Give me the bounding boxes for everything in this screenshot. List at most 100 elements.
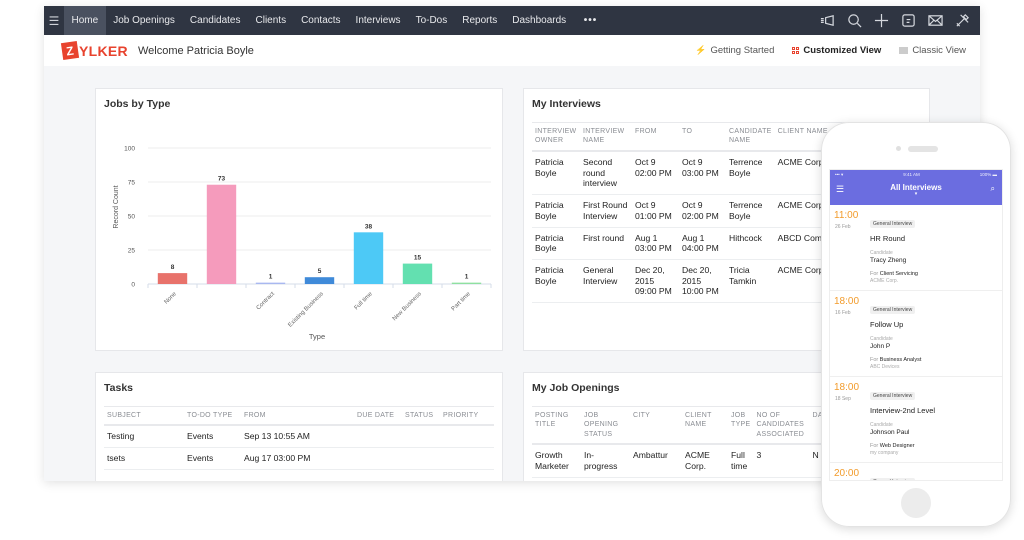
add-icon[interactable] xyxy=(874,13,889,28)
col-client-name[interactable]: CLIENT NAME xyxy=(682,406,728,446)
task-row[interactable]: tsets Events Aug 17 03:00 PM xyxy=(104,447,494,470)
customized-view-link[interactable]: Customized View xyxy=(792,45,881,56)
nav-item-interviews[interactable]: Interviews xyxy=(348,6,408,35)
col-todo-type[interactable]: TO-DO TYPE xyxy=(184,406,241,427)
task-due-date xyxy=(354,447,402,470)
interview-name-link[interactable]: First Round Interview xyxy=(580,194,632,228)
nav-more-button[interactable]: ••• xyxy=(574,6,608,35)
chevron-down-icon[interactable]: ▾ xyxy=(830,191,1002,197)
job-city: Ambattur xyxy=(630,444,682,478)
candidate-label: Candidate xyxy=(870,422,893,428)
col-status[interactable]: STATUS xyxy=(402,406,440,427)
bar-value-label: 1 xyxy=(465,274,469,281)
nav-item-clients[interactable]: Clients xyxy=(248,6,294,35)
position-line: For Business Analyst xyxy=(870,357,996,363)
mobile-phone-mockup: ••• ▾ 9:41 AM 100% ▬ ☰ All Interviews ▾ … xyxy=(821,122,1011,527)
col-priority[interactable]: PRIORITY xyxy=(440,406,494,427)
candidate-name: Tracy Zheng xyxy=(870,257,907,264)
hamburger-menu-icon[interactable]: ☰ xyxy=(44,6,64,35)
phone-interview-item[interactable]: 18:00 18 Sep General Interview Interview-2n… xyxy=(830,377,1002,463)
nav-item-dashboards[interactable]: Dashboards xyxy=(505,6,574,35)
col-interview-name[interactable]: INTERVIEW NAME xyxy=(580,122,632,152)
interview-owner: Patricia Boyle xyxy=(532,259,580,304)
interview-time: 20:00 xyxy=(834,468,860,479)
nav-item-job-openings[interactable]: Job Openings xyxy=(106,6,183,35)
nav-item-home[interactable]: Home xyxy=(64,6,106,35)
col-due-date[interactable]: DUE DATE xyxy=(354,406,402,427)
candidate-name: Hithcock xyxy=(726,227,775,261)
bar-value-label: 5 xyxy=(318,268,322,275)
jobs-by-type-panel: Jobs by Type 0 25 50 75 100 8 None 73 1 Contract 5… xyxy=(95,88,503,351)
lightning-icon: ⚡ xyxy=(695,45,707,55)
col-interview-owner[interactable]: INTERVIEW OWNER xyxy=(532,122,580,152)
task-from: Aug 17 03:00 PM xyxy=(241,447,354,470)
phone-interview-item[interactable]: 20:00 General Interview xyxy=(830,463,1002,480)
bar[interactable] xyxy=(402,263,433,284)
candidate-label: Candidate xyxy=(870,336,893,342)
bar[interactable] xyxy=(157,273,188,284)
calendar-icon[interactable] xyxy=(901,13,916,28)
bar-value-label: 1 xyxy=(269,274,273,281)
announcement-icon[interactable] xyxy=(820,13,835,28)
phone-search-icon[interactable]: ⌕ xyxy=(991,184,995,194)
getting-started-link[interactable]: ⚡ Getting Started xyxy=(695,45,774,56)
interview-date: 18 Sep xyxy=(835,396,851,402)
col-from[interactable]: FROM xyxy=(241,406,354,427)
task-row[interactable]: Testing Events Sep 13 10:55 AM xyxy=(104,425,494,449)
phone-interview-item[interactable]: 18:00 16 Feb General Interview Follow Up Can… xyxy=(830,291,1002,377)
candidates-count: 3 xyxy=(753,444,810,478)
status-time: 9:41 AM xyxy=(903,172,920,177)
interview-name-link[interactable]: First round xyxy=(580,227,632,261)
nav-item-reports[interactable]: Reports xyxy=(455,6,505,35)
col-subject[interactable]: SUBJECT xyxy=(104,406,184,427)
settings-tools-icon[interactable] xyxy=(955,13,970,28)
zylker-logo[interactable]: Z YLKER xyxy=(60,40,128,61)
mail-icon[interactable] xyxy=(928,13,943,28)
client-name-link[interactable]: ACME Corp. xyxy=(682,444,728,478)
interview-name-link[interactable]: Second round interview xyxy=(580,150,632,196)
col-to[interactable]: TO xyxy=(679,122,726,152)
bar[interactable] xyxy=(255,282,286,284)
organization-name: ACME Corp. xyxy=(870,278,899,284)
col-job-type[interactable]: JOB TYPE xyxy=(728,406,754,446)
x-tick-label: Contract xyxy=(256,291,277,312)
candidate-name: Terrence Boyle xyxy=(726,194,775,228)
phone-interview-item[interactable]: 11:00 26 Feb General Interview HR Round Cand… xyxy=(830,205,1002,291)
col-no-of-candidates[interactable]: NO OF CANDIDATES ASSOCIATED xyxy=(753,406,810,446)
interview-type-badge: General Interview xyxy=(870,478,916,480)
interview-to: Dec 20, 2015 10:00 PM xyxy=(679,259,726,304)
phone-home-button[interactable] xyxy=(901,488,931,518)
task-priority xyxy=(440,447,494,470)
interview-type-badge: General Interview xyxy=(870,306,916,314)
interview-to: Oct 9 02:00 PM xyxy=(679,194,726,228)
interview-date: 16 Feb xyxy=(835,310,851,316)
x-tick-label: Existing Business xyxy=(287,291,324,328)
nav-item-candidates[interactable]: Candidates xyxy=(182,6,248,35)
bar[interactable] xyxy=(353,232,384,284)
nav-item-todos[interactable]: To-Dos xyxy=(408,6,455,35)
search-icon[interactable] xyxy=(847,13,862,28)
task-subject-link[interactable]: Testing xyxy=(104,425,184,449)
x-tick-label: Part time xyxy=(451,291,473,313)
col-candidate-name[interactable]: CANDIDATE NAME xyxy=(726,122,775,152)
classic-view-link[interactable]: Classic View xyxy=(899,45,966,56)
candidate-label: Candidate xyxy=(870,250,893,256)
top-navigation-bar: ☰ Home Job Openings Candidates Clients C… xyxy=(44,6,980,35)
bar[interactable] xyxy=(304,277,335,284)
interview-to: Oct 9 03:00 PM xyxy=(679,150,726,196)
list-view-icon xyxy=(899,47,909,54)
posting-title-link[interactable]: Growth Marketer xyxy=(532,444,581,478)
bar[interactable] xyxy=(451,282,482,284)
col-from[interactable]: FROM xyxy=(632,122,679,152)
nav-item-contacts[interactable]: Contacts xyxy=(294,6,348,35)
bar[interactable] xyxy=(206,184,237,284)
interview-name-link[interactable]: General Interview xyxy=(580,259,632,304)
sub-header: Z YLKER Welcome Patricia Boyle ⚡ Getting… xyxy=(44,35,980,66)
col-city[interactable]: CITY xyxy=(630,406,682,446)
phone-menu-icon[interactable]: ☰ xyxy=(836,184,844,195)
interview-date: 26 Feb xyxy=(835,224,851,230)
task-subject-link[interactable]: tsets xyxy=(104,447,184,470)
col-job-opening-status[interactable]: JOB OPENING STATUS xyxy=(581,406,630,446)
for-label: For xyxy=(870,443,879,449)
col-posting-title[interactable]: POSTING TITLE xyxy=(532,406,581,446)
